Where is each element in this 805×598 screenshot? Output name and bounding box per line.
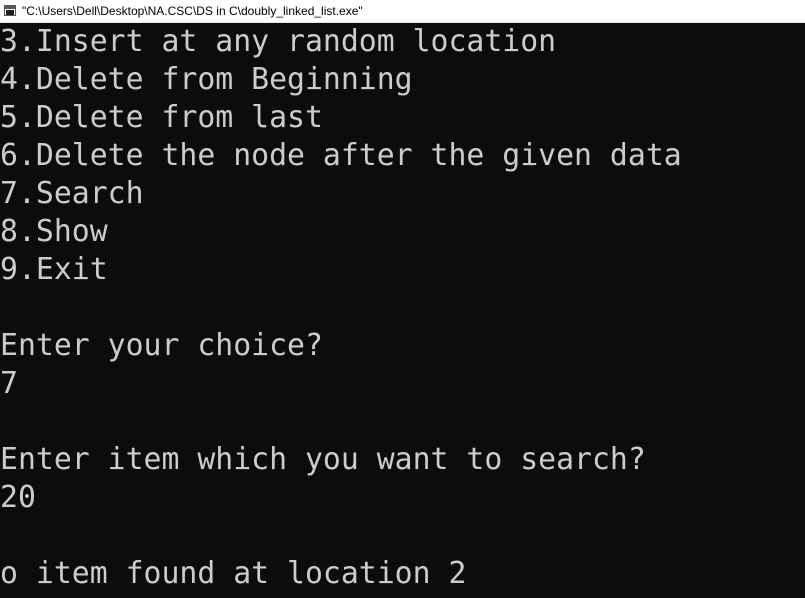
console-line: 20 [0, 480, 36, 515]
console-line: 5.Delete from last [0, 100, 323, 135]
console-line: 7 [0, 366, 18, 401]
title-bar[interactable]: "C:\Users\Dell\Desktop\NA.CSC\DS in C\do… [0, 0, 805, 23]
console-line: 8.Show [0, 214, 108, 249]
console-line: Enter your choice? [0, 328, 323, 363]
console-window: "C:\Users\Dell\Desktop\NA.CSC\DS in C\do… [0, 0, 805, 598]
console-output[interactable]: 3.Insert at any random location 4.Delete… [0, 23, 805, 598]
console-line: 7.Search [0, 176, 144, 211]
console-line: o item found at location 2 [0, 556, 467, 591]
console-line: 3.Insert at any random location [0, 24, 557, 59]
console-line: 4.Delete from Beginning [0, 62, 413, 97]
console-app-icon[interactable] [4, 5, 16, 16]
console-line: Enter item which you want to search? [0, 442, 646, 477]
console-line: 6.Delete the node after the given data [0, 138, 682, 173]
console-line: 9.Exit [0, 252, 108, 287]
window-title: "C:\Users\Dell\Desktop\NA.CSC\DS in C\do… [22, 4, 363, 18]
